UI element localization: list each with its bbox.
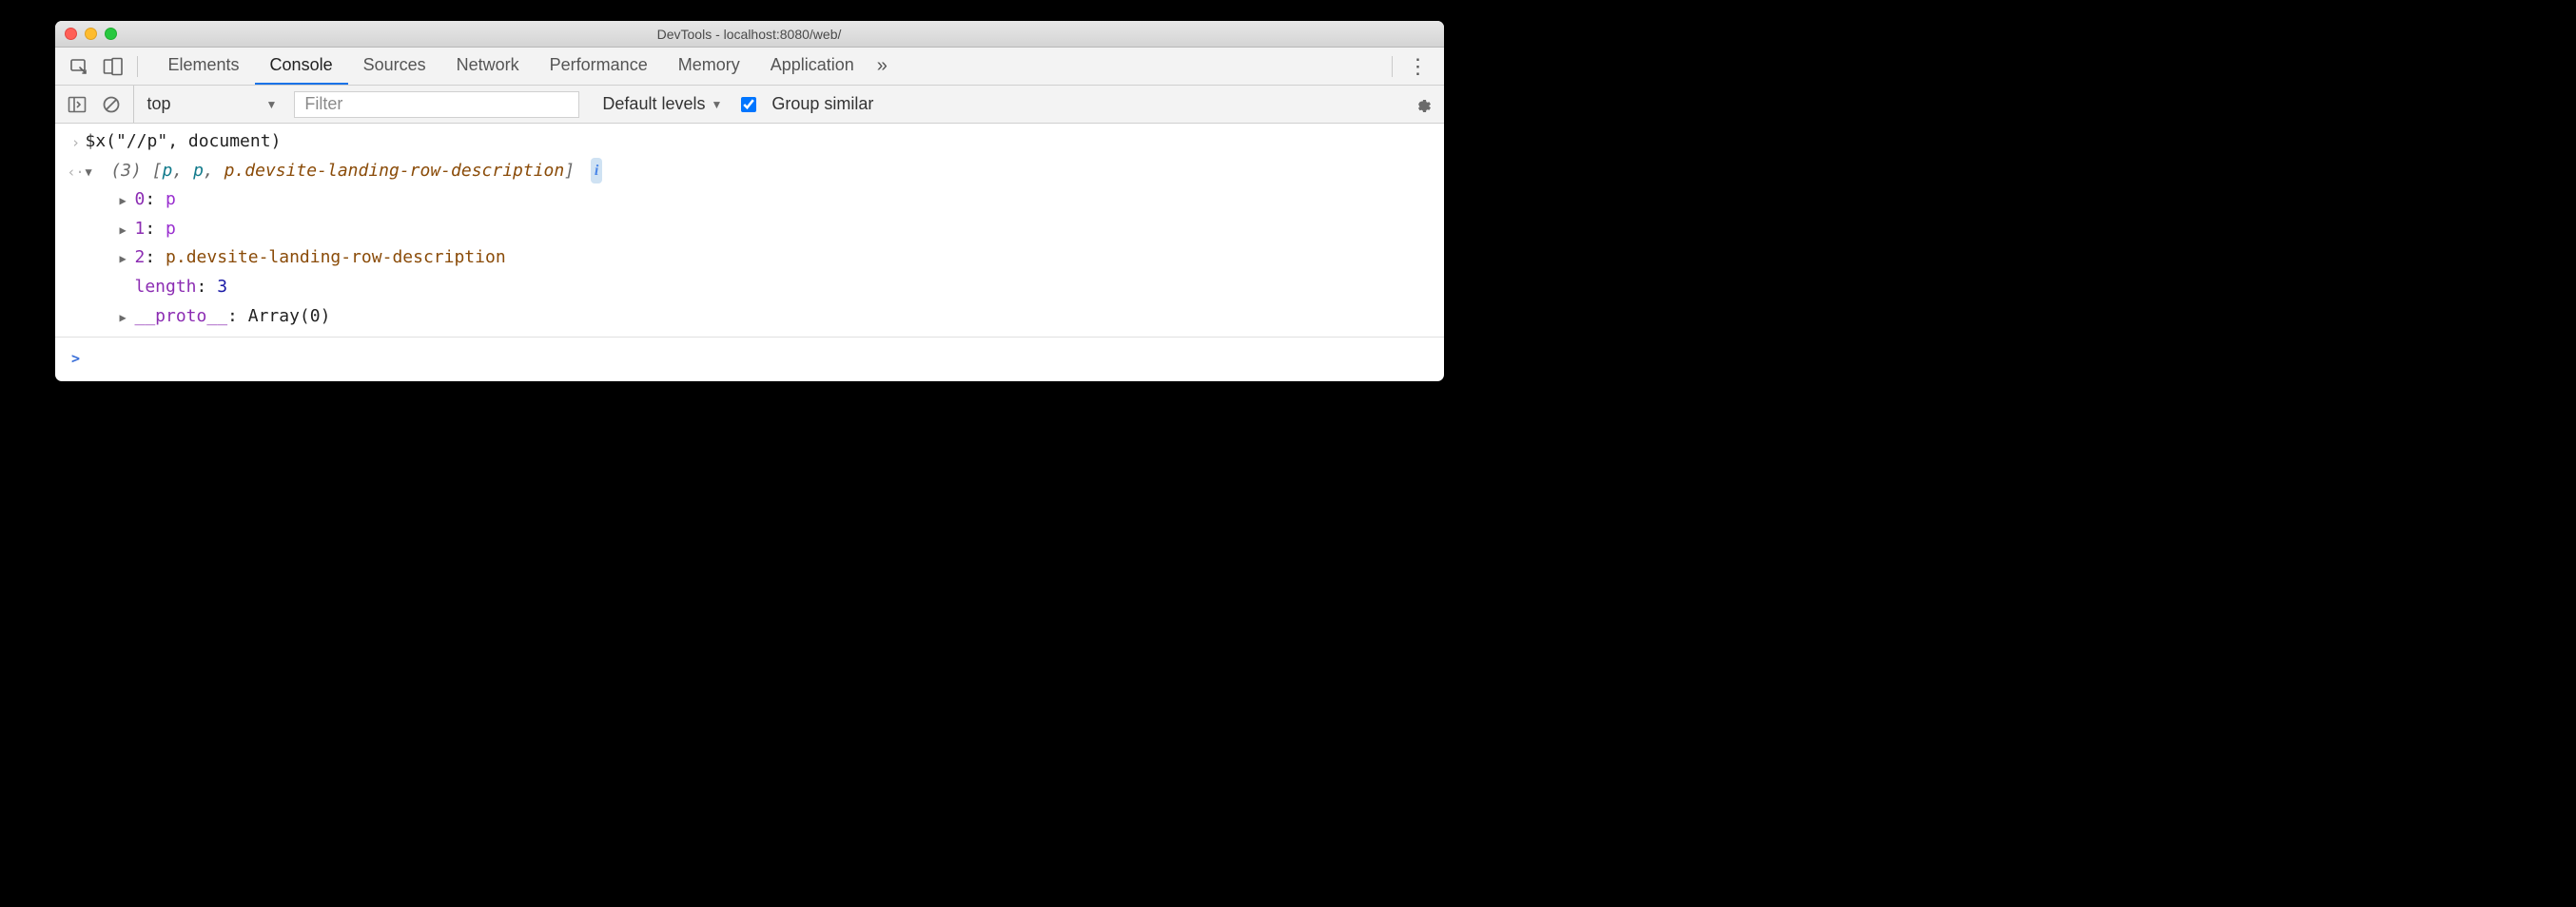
entry-index: 2 (135, 247, 146, 267)
panel-tabbar: Elements Console Sources Network Perform… (55, 48, 1444, 86)
device-toolbar-icon[interactable] (99, 54, 127, 79)
console-prompt-row[interactable]: > (55, 338, 1444, 381)
tab-application[interactable]: Application (755, 48, 869, 85)
panel-tabs: Elements Console Sources Network Perform… (153, 48, 1382, 85)
entry-index: 1 (135, 219, 146, 239)
log-levels-selector[interactable]: Default levels ▼ (602, 94, 722, 114)
output-marker-icon: ‹· (67, 157, 86, 185)
zoom-window-button[interactable] (105, 28, 117, 40)
divider (1392, 56, 1393, 77)
entry-index: 0 (135, 189, 146, 209)
proto-value: Array(0) (248, 306, 331, 326)
expand-toggle-icon[interactable]: ▶ (120, 221, 135, 240)
chevron-down-icon: ▼ (711, 98, 722, 111)
tab-label: Performance (550, 55, 648, 75)
tab-label: Application (771, 55, 854, 75)
entry-value: p (166, 219, 176, 239)
tab-label: Sources (363, 55, 426, 75)
collapse-toggle-icon[interactable]: ▼ (86, 163, 101, 182)
tab-console[interactable]: Console (255, 48, 348, 85)
console-input-code[interactable]: $x("//p", document) (86, 127, 1433, 157)
tree-entry[interactable]: ▶2: p.devsite-landing-row-description (120, 243, 1433, 273)
console-toolbar: top ▼ Default levels ▼ Group similar (55, 86, 1444, 124)
tab-memory[interactable]: Memory (663, 48, 755, 85)
group-similar-label: Group similar (771, 94, 873, 114)
chevron-down-icon: ▼ (266, 98, 278, 111)
console-input-empty[interactable] (86, 343, 1433, 372)
tree-length: length: 3 (120, 273, 1433, 302)
tab-label: Network (457, 55, 519, 75)
console-settings-icon[interactable] (1410, 92, 1434, 117)
console-input-row: › $x("//p", document) (55, 127, 1444, 157)
devtools-window: DevTools - localhost:8080/web/ Elements … (55, 21, 1444, 381)
expand-toggle-icon[interactable]: ▶ (120, 249, 135, 268)
context-label: top (147, 94, 171, 114)
tree-entry[interactable]: ▶0: p (120, 185, 1433, 215)
tab-network[interactable]: Network (441, 48, 535, 85)
levels-label: Default levels (602, 94, 705, 114)
prompt-icon: > (67, 343, 86, 372)
result-count: (3) (110, 161, 142, 181)
entry-value: p (166, 189, 176, 209)
tab-sources[interactable]: Sources (348, 48, 441, 85)
traffic-lights (65, 28, 117, 40)
overflow-tabs-button[interactable]: » (869, 48, 895, 85)
group-similar-checkbox[interactable] (741, 97, 756, 112)
length-value: 3 (217, 277, 227, 297)
console-body: › $x("//p", document) ‹· ▼ (3) [p, p, p.… (55, 124, 1444, 381)
divider (137, 56, 138, 77)
tab-label: Console (270, 55, 333, 75)
bracket-close: ] (564, 161, 575, 181)
console-output[interactable]: ▼ (3) [p, p, p.devsite-landing-row-descr… (86, 157, 1433, 332)
clear-console-icon[interactable] (99, 92, 124, 117)
expand-toggle-icon[interactable]: ▶ (120, 308, 135, 327)
object-tree: ▶0: p ▶1: p ▶2: p.devsite-landing-row-de… (86, 185, 1433, 331)
summary-item: p (163, 161, 173, 181)
close-window-button[interactable] (65, 28, 77, 40)
tab-performance[interactable]: Performance (535, 48, 663, 85)
length-label: length (135, 277, 197, 297)
toggle-sidebar-icon[interactable] (65, 92, 89, 117)
tab-label: Memory (678, 55, 740, 75)
main-menu-button[interactable]: ⋮ (1402, 54, 1434, 79)
entry-value: p.devsite-landing-row-description (166, 247, 506, 267)
proto-label: __proto__ (135, 306, 228, 326)
titlebar: DevTools - localhost:8080/web/ (55, 21, 1444, 48)
summary-item: p (193, 161, 204, 181)
tab-label: Elements (168, 55, 240, 75)
execution-context-selector[interactable]: top ▼ (133, 86, 278, 123)
info-badge-icon[interactable]: i (591, 158, 602, 183)
console-output-row: ‹· ▼ (3) [p, p, p.devsite-landing-row-de… (55, 157, 1444, 332)
chevrons-icon: » (877, 55, 888, 77)
tree-entry[interactable]: ▶1: p (120, 215, 1433, 244)
tree-proto[interactable]: ▶__proto__: Array(0) (120, 302, 1433, 332)
window-title: DevTools - localhost:8080/web/ (55, 27, 1444, 42)
filter-input[interactable] (294, 91, 579, 118)
tab-elements[interactable]: Elements (153, 48, 255, 85)
input-prompt-icon: › (67, 127, 86, 156)
inspect-element-icon[interactable] (65, 54, 93, 79)
bracket-open: [ (152, 161, 163, 181)
expand-toggle-icon[interactable]: ▶ (120, 191, 135, 210)
minimize-window-button[interactable] (85, 28, 97, 40)
summary-item: p.devsite-landing-row-description (224, 161, 565, 181)
